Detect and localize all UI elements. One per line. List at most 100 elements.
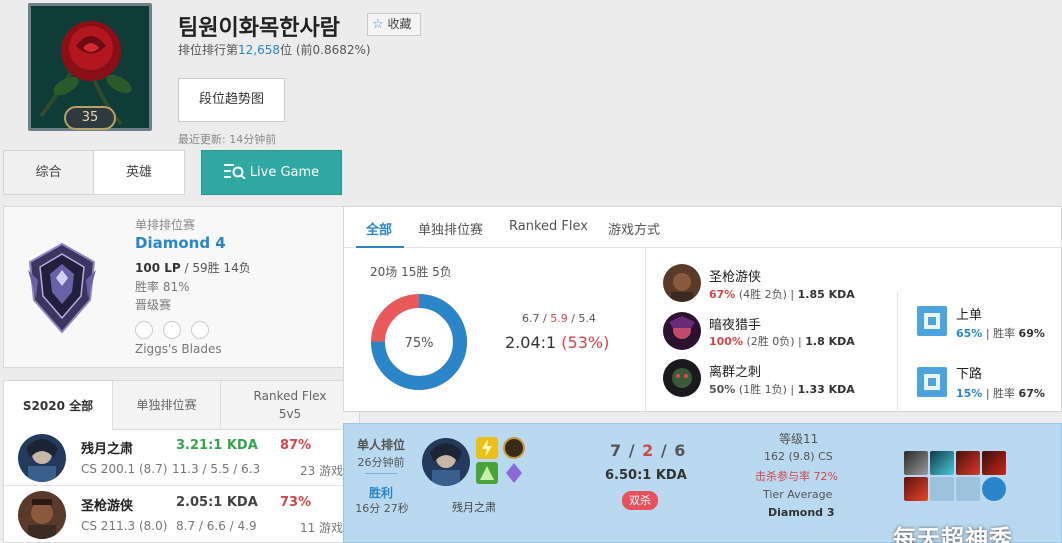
kill-participation: (53%) [561,333,610,352]
position-stats: 65% | 胜率 69% [956,327,1045,340]
ranked-lp: 100 LP [135,261,181,275]
avg-assists: 5.4 [578,312,596,325]
ladder-rank: 排位排行第12,658位 (前0.8682%) [178,41,371,58]
recent-champion-record: (2胜 0负) [742,335,795,348]
position-pct: 65% [956,327,983,340]
level-badge: 35 [64,106,116,130]
match-kda: 7 / 2 / 6 [610,441,687,460]
ranked-tier: Diamond 4 [135,234,226,252]
divider [645,248,646,411]
position-wr-label: 胜率 [993,387,1019,400]
match-kda-ratio: 6.50:1 KDA [605,468,687,483]
champion-portrait-icon [18,434,66,482]
champion-games: 11 游戏 [300,521,344,535]
avg-kills: 6.7 [522,312,540,325]
filter-tab-solo[interactable]: 单独排位赛 [418,219,483,238]
match-champion-icon [422,438,470,486]
position-stats: 15% | 胜率 67% [956,387,1045,400]
recent-champion-name: 圣枪游侠 [709,270,762,285]
match-level: 等级11 [779,432,819,446]
tab-overview[interactable]: 综合 [3,150,94,195]
favorite-button[interactable]: ☆ 收藏 [367,13,421,36]
promo-label: 晋级赛 [135,298,172,312]
champion-kda-detail: 8.7 / 6.6 / 4.9 [176,519,257,533]
live-search-icon [223,164,246,180]
item-icon[interactable] [956,451,980,475]
star-icon: ☆ [372,17,384,32]
position-wr: 67% [1018,387,1045,400]
match-time-ago: 26分钟前 [357,456,405,469]
ranked-lp-record: 100 LP / 59胜 14负 [135,259,251,276]
filter-tab-flex[interactable]: Ranked Flex [509,219,588,234]
summoner-spell-ghost-icon [476,462,498,484]
multikill-badge: 双杀 [622,491,658,510]
tier-average: Diamond 3 [768,506,835,519]
watermark: 每天超神秀 [893,526,1013,543]
recent-champion-name: 离群之刺 [709,365,762,380]
tab-champions[interactable]: 英雄 [93,150,185,195]
ladder-rank-suffix: 位 (前0.8682%) [280,43,371,57]
season-tab-solo[interactable]: 单独排位赛 [113,381,221,430]
item-icon[interactable] [904,477,928,501]
ranked-record: / 59胜 14负 [180,261,251,275]
promo-dot [163,321,181,339]
item-icon[interactable] [930,451,954,475]
recent-champion-kda: 1.85 KDA [797,288,855,301]
match-duration: 16分 27秒 [355,502,409,515]
ladder-rank-number[interactable]: 12,658 [238,43,280,57]
champion-name: 圣枪游侠 [81,499,134,514]
match-cs: 162 (9.8) CS [764,450,833,463]
favorite-label: 收藏 [387,17,412,31]
match-kill-participation: 击杀参与率 72% [755,470,838,483]
season-champion-row[interactable]: 圣枪游侠 2.05:1 KDA 73% CS 211.3 (8.0) 8.7 /… [4,487,359,543]
divider [365,473,397,474]
summoner-name: 팀원이화목한사람 [178,16,340,41]
diamond-emblem-icon [24,240,100,335]
divider [344,247,1061,248]
champion-portrait-icon [18,491,66,539]
champion-kda: 3.21:1 KDA [176,438,258,453]
tier-graph-button[interactable]: 段位趋势图 [178,78,285,122]
match-champion-name: 残月之肃 [452,501,496,514]
recent-champion-record: (4胜 2负) [735,288,787,301]
item-icon[interactable] [982,451,1006,475]
games-record: 20场 15胜 5负 [370,265,452,279]
active-tab-indicator [356,246,404,248]
ward-trinket-icon[interactable] [982,477,1006,501]
ranked-queue-label: 单排排位赛 [135,218,196,232]
league-name: Ziggs's Blades [135,342,222,356]
recent-champion-kda: 1.33 KDA [797,383,855,396]
divider [897,292,898,410]
secondary-rune-icon [503,462,525,484]
champion-portrait-icon [663,359,701,397]
filter-tab-all[interactable]: 全部 [366,219,392,238]
champion-kda-detail: 11.3 / 5.5 / 6.3 [172,462,261,476]
ladder-rank-prefix: 排位排行第 [178,43,239,57]
tab-live-game[interactable]: Live Game [201,150,342,195]
champion-kda: 2.05:1 KDA [176,495,258,510]
filter-tab-mode[interactable]: 游戏方式 [608,219,660,238]
position-wr-label: 胜率 [993,327,1019,340]
recent-champion-record: (1胜 1负) [735,383,787,396]
season-champion-row[interactable]: 残月之肃 3.21:1 KDA 87% CS 200.1 (8.7) 11.3 … [4,430,359,486]
season-tab-all[interactable]: S2020 全部 [4,381,113,430]
bottom-lane-icon [917,367,947,397]
champion-games: 23 游戏 [300,464,344,478]
season-tab-flex-label: Ranked Flex [253,389,327,403]
promo-dot [135,321,153,339]
empty-item-slot [956,477,980,501]
position-wr: 69% [1018,327,1045,340]
recent-champion-wr: 100% [709,335,743,348]
recent-champion-stats: 100% (2胜 0负) | 1.8 KDA [709,335,855,348]
season-tab-flex[interactable]: Ranked Flex 5v5 [221,381,359,430]
avg-deaths: 5.9 [550,312,568,325]
top-lane-icon [917,306,947,336]
season-tab-flex-sub: 5v5 [278,407,302,421]
recent-champion-kda: 1.8 KDA [805,335,855,348]
recent-champion-name: 暗夜猎手 [709,318,762,333]
empty-item-slot [930,477,954,501]
promo-dot [191,321,209,339]
item-icon[interactable] [904,451,928,475]
recent-champion-stats: 67% (4胜 2负) | 1.85 KDA [709,288,855,301]
match-kills: 7 [610,441,623,460]
